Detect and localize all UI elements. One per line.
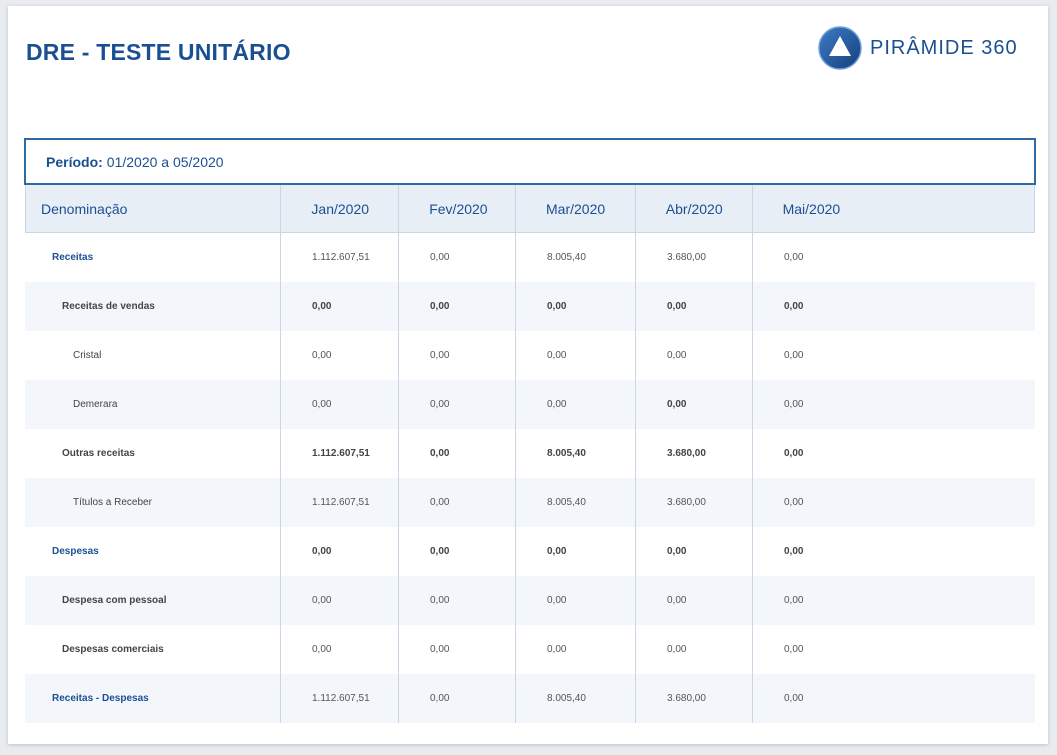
cell-value: 8.005,40 [516, 478, 636, 527]
cell-value: 0,00 [516, 576, 636, 625]
cell-value: 0,00 [399, 233, 516, 282]
cell-value: 0,00 [636, 625, 753, 674]
row-label: Despesas comerciais [25, 625, 281, 674]
cell-value: 1.112.607,51 [281, 429, 399, 478]
cell-value: 0,00 [636, 282, 753, 331]
cell-value: 8.005,40 [516, 674, 636, 723]
row-label: Receitas de vendas [25, 282, 281, 331]
cell-value: 0,00 [399, 380, 516, 429]
table-header: Denominação Jan/2020 Fev/2020 Mar/2020 A… [25, 185, 1035, 233]
cell-value: 0,00 [784, 350, 804, 361]
cell-value: 0,00 [516, 625, 636, 674]
cell-value: 0,00 [516, 527, 636, 576]
page-title: DRE - TESTE UNITÁRIO [26, 39, 291, 65]
header-jan: Jan/2020 [281, 185, 400, 232]
cell-value: 0,00 [399, 625, 516, 674]
cell-value: 0,00 [784, 497, 804, 508]
cell-value: 0,00 [281, 380, 399, 429]
cell-value: 3.680,00 [636, 674, 753, 723]
header-abr: Abr/2020 [636, 185, 753, 232]
cell-value: 0,00 [281, 527, 399, 576]
cell-value: 0,00 [281, 282, 399, 331]
cell-value: 0,00 [399, 331, 516, 380]
table-row: Despesas 0,00 0,00 0,00 0,00 0,00 [25, 527, 1035, 576]
cell-value: 0,00 [636, 527, 753, 576]
period-filter: Período: 01/2020 a 05/2020 [24, 138, 1036, 185]
row-label: Receitas [25, 233, 281, 282]
table-row: Receitas de vendas 0,00 0,00 0,00 0,00 0… [25, 282, 1035, 331]
row-label: Títulos a Receber [25, 478, 281, 527]
brand-logo: PIRÂMIDE 360 [818, 26, 1018, 70]
cell-value: 8.005,40 [516, 233, 636, 282]
cell-value: 0,00 [399, 429, 516, 478]
row-label: Receitas - Despesas [25, 674, 281, 723]
table-row: Receitas 1.112.607,51 0,00 8.005,40 3.68… [25, 233, 1035, 282]
row-label: Despesa com pessoal [25, 576, 281, 625]
cell-value: 0,00 [281, 331, 399, 380]
row-label: Outras receitas [25, 429, 281, 478]
header-denominacao: Denominação [26, 185, 282, 232]
report-card: DRE - TESTE UNITÁRIO PIRÂMIDE 360 Períod… [8, 6, 1048, 744]
cell-value: 0,00 [784, 252, 804, 263]
cell-value: 3.680,00 [636, 233, 753, 282]
table-row: Títulos a Receber 1.112.607,51 0,00 8.00… [25, 478, 1035, 527]
cell-value: 0,00 [636, 331, 753, 380]
table-row: Receitas - Despesas 1.112.607,51 0,00 8.… [25, 674, 1035, 723]
period-label: Período: [46, 153, 103, 170]
cell-value: 0,00 [784, 399, 804, 410]
header-fev: Fev/2020 [399, 185, 517, 232]
cell-value: 0,00 [516, 282, 636, 331]
table-row: Despesas comerciais 0,00 0,00 0,00 0,00 … [25, 625, 1035, 674]
row-label: Despesas [25, 527, 281, 576]
cell-value: 0,00 [784, 595, 804, 606]
period-value: 01/2020 a 05/2020 [106, 153, 224, 170]
table-row: Despesa com pessoal 0,00 0,00 0,00 0,00 … [25, 576, 1035, 625]
cell-value: 0,00 [399, 527, 516, 576]
cell-value: 0,00 [399, 282, 516, 331]
header-mar: Mar/2020 [516, 185, 636, 232]
cell-value: 0,00 [399, 478, 516, 527]
cell-value: 0,00 [281, 576, 399, 625]
cell-value: 0,00 [281, 625, 399, 674]
cell-value: 0,00 [636, 576, 753, 625]
cell-value: 3.680,00 [636, 429, 753, 478]
cell-value: 0,00 [636, 380, 753, 429]
cell-value: 1.112.607,51 [281, 674, 399, 723]
cell-value: 0,00 [784, 448, 804, 459]
logo-text: PIRÂMIDE 360 [870, 36, 1018, 59]
row-label: Cristal [25, 331, 281, 380]
cell-value: 0,00 [399, 674, 516, 723]
table-row: Outras receitas 1.112.607,51 0,00 8.005,… [25, 429, 1035, 478]
pyramid-logo-icon [818, 26, 862, 70]
table-row: Demerara 0,00 0,00 0,00 0,00 0,00 [25, 380, 1035, 429]
cell-value: 8.005,40 [516, 429, 636, 478]
cell-value: 0,00 [784, 546, 804, 557]
header-mai: Mai/2020 [782, 200, 841, 217]
cell-value: 0,00 [516, 331, 636, 380]
cell-value: 1.112.607,51 [281, 233, 399, 282]
dre-table: Denominação Jan/2020 Fev/2020 Mar/2020 A… [25, 185, 1035, 723]
row-label: Demerara [25, 380, 281, 429]
cell-value: 1.112.607,51 [281, 478, 399, 527]
cell-value: 0,00 [399, 576, 516, 625]
cell-value: 0,00 [784, 301, 804, 312]
cell-value: 3.680,00 [636, 478, 753, 527]
table-row: Cristal 0,00 0,00 0,00 0,00 0,00 [25, 331, 1035, 380]
cell-value: 0,00 [784, 693, 804, 704]
cell-value: 0,00 [784, 644, 804, 655]
cell-value: 0,00 [516, 380, 636, 429]
